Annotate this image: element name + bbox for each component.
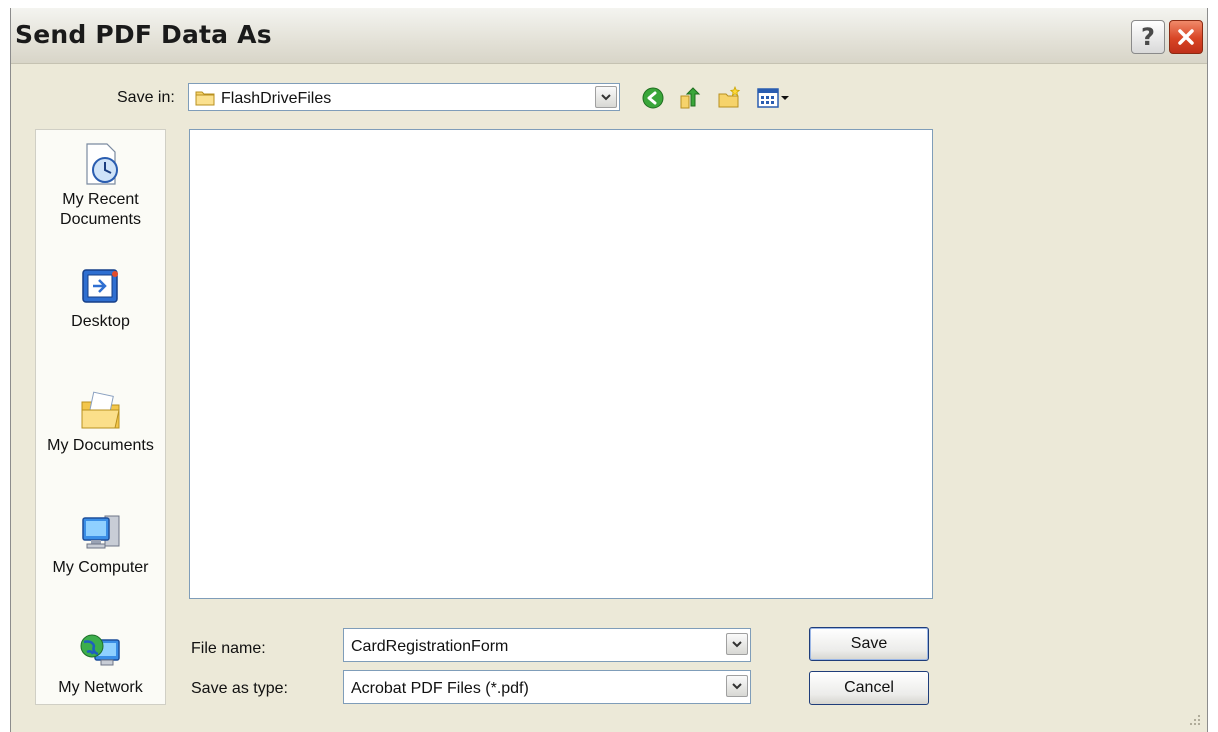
folder-icon bbox=[195, 91, 215, 106]
save-as-type-dropdown-button[interactable] bbox=[726, 675, 748, 697]
save-as-type-label: Save as type: bbox=[191, 680, 288, 697]
desktop-icon bbox=[81, 269, 118, 303]
recent-documents-icon bbox=[85, 143, 118, 185]
file-name-value: CardRegistrationForm bbox=[351, 638, 509, 655]
place-desktop[interactable]: Desktop bbox=[36, 264, 165, 332]
chevron-down-icon bbox=[601, 94, 611, 101]
up-folder-icon[interactable] bbox=[678, 86, 702, 110]
place-label-recent-1: My Recent bbox=[62, 191, 139, 208]
save-button[interactable]: Save bbox=[809, 627, 929, 661]
place-label-desktop: Desktop bbox=[71, 313, 130, 330]
place-label-recent-2: Documents bbox=[60, 211, 141, 228]
place-label-my-documents: My Documents bbox=[47, 437, 154, 454]
save-in-label: Save in: bbox=[117, 89, 175, 106]
dialog-title: Send PDF Data As bbox=[15, 20, 272, 49]
close-button[interactable] bbox=[1169, 20, 1203, 54]
save-as-type-value: Acrobat PDF Files (*.pdf) bbox=[351, 680, 529, 697]
save-in-value: FlashDriveFiles bbox=[221, 90, 332, 107]
save-in-dropdown-button[interactable] bbox=[595, 86, 617, 108]
new-folder-icon[interactable] bbox=[717, 86, 741, 110]
back-icon[interactable] bbox=[641, 86, 665, 110]
my-network-icon bbox=[80, 634, 120, 666]
help-button[interactable]: ? bbox=[1131, 20, 1165, 54]
chevron-down-icon bbox=[732, 641, 742, 648]
file-name-dropdown-button[interactable] bbox=[726, 633, 748, 655]
save-in-dropdown[interactable]: FlashDriveFiles bbox=[188, 83, 620, 111]
places-bar: My Recent Documents Desktop My Documents bbox=[35, 129, 166, 705]
place-my-network[interactable]: My Network bbox=[36, 630, 165, 698]
place-my-documents[interactable]: My Documents bbox=[36, 388, 165, 456]
place-my-recent-documents[interactable]: My Recent Documents bbox=[36, 142, 165, 230]
file-name-field[interactable]: CardRegistrationForm bbox=[343, 628, 751, 662]
view-menu-icon[interactable] bbox=[756, 86, 792, 110]
my-computer-icon bbox=[81, 515, 119, 549]
file-list[interactable] bbox=[189, 129, 933, 599]
my-documents-icon bbox=[81, 391, 120, 429]
save-as-type-dropdown[interactable]: Acrobat PDF Files (*.pdf) bbox=[343, 670, 751, 704]
place-my-computer[interactable]: My Computer bbox=[36, 510, 165, 578]
save-dialog: Send PDF Data As ? Save in: FlashDriveFi… bbox=[10, 8, 1208, 732]
title-bar[interactable]: Send PDF Data As ? bbox=[11, 8, 1207, 64]
help-icon: ? bbox=[1141, 23, 1155, 51]
file-name-label: File name: bbox=[191, 640, 266, 657]
place-label-my-computer: My Computer bbox=[52, 559, 149, 576]
close-icon bbox=[1178, 29, 1194, 45]
chevron-down-icon bbox=[732, 683, 742, 690]
cancel-button[interactable]: Cancel bbox=[809, 671, 929, 705]
place-label-my-network: My Network bbox=[58, 679, 143, 696]
resize-grip-icon[interactable] bbox=[1187, 712, 1201, 726]
